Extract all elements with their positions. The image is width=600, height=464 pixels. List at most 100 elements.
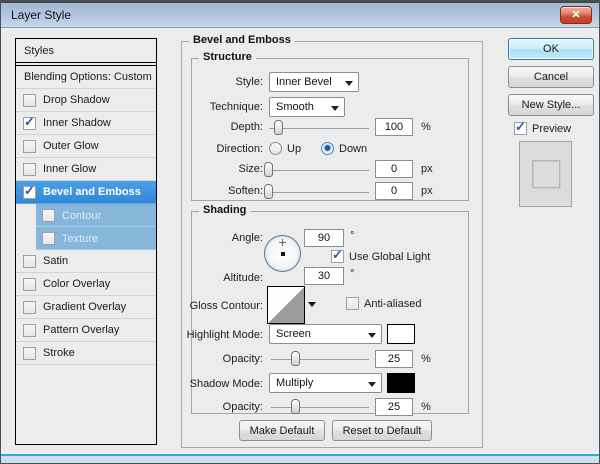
styles-list: Styles Blending Options: Custom Drop Sha… bbox=[15, 38, 157, 445]
cancel-button[interactable]: Cancel bbox=[508, 66, 594, 88]
shadow-opacity-input[interactable]: 25 bbox=[375, 398, 413, 416]
highlight-color-swatch[interactable] bbox=[387, 324, 415, 344]
checkmark-icon: ✓ bbox=[332, 247, 343, 263]
soften-label: Soften: bbox=[173, 185, 263, 197]
sidebar-item-label: Outer Glow bbox=[43, 140, 99, 152]
checkbox-inner-glow[interactable] bbox=[23, 163, 36, 176]
sidebar-item-inner-shadow[interactable]: ✓ Inner Shadow bbox=[16, 112, 156, 135]
sidebar-item-label: Drop Shadow bbox=[43, 94, 110, 106]
checkbox-drop-shadow[interactable] bbox=[23, 94, 36, 107]
sidebar-item-color-overlay[interactable]: Color Overlay bbox=[16, 273, 156, 296]
checkbox-inner-shadow[interactable]: ✓ bbox=[23, 117, 36, 130]
sidebar-item-bevel-and-emboss[interactable]: ✓ Bevel and Emboss bbox=[16, 181, 156, 204]
highlight-opacity-slider-thumb[interactable] bbox=[291, 351, 300, 366]
size-slider-thumb[interactable] bbox=[264, 162, 273, 177]
checkmark-icon: ✓ bbox=[24, 183, 35, 199]
altitude-label: Altitude: bbox=[171, 272, 263, 284]
sidebar-item-label: Pattern Overlay bbox=[43, 324, 119, 336]
preview-checkbox[interactable]: ✓ bbox=[514, 122, 527, 135]
sidebar-item-label: Contour bbox=[62, 210, 101, 222]
titlebar[interactable]: Layer Style bbox=[1, 1, 599, 28]
sidebar-item-outer-glow[interactable]: Outer Glow bbox=[16, 135, 156, 158]
sidebar-item-label: Inner Shadow bbox=[43, 117, 111, 129]
use-global-light-checkbox[interactable]: ✓ bbox=[331, 250, 344, 263]
structure-group-title: Structure bbox=[199, 51, 256, 63]
sidebar-item-drop-shadow[interactable]: Drop Shadow bbox=[16, 89, 156, 112]
style-value: Inner Bevel bbox=[276, 76, 332, 88]
highlight-mode-dropdown[interactable]: Screen bbox=[269, 324, 382, 344]
shadow-opacity-slider-track[interactable] bbox=[271, 407, 369, 408]
highlight-opacity-input[interactable]: 25 bbox=[375, 350, 413, 368]
shadow-mode-dropdown[interactable]: Multiply bbox=[269, 373, 382, 393]
checkbox-pattern-overlay[interactable] bbox=[23, 324, 36, 337]
angle-unit: ° bbox=[350, 230, 354, 242]
highlight-opacity-slider-track[interactable] bbox=[271, 359, 369, 360]
angle-dial[interactable] bbox=[264, 235, 301, 272]
shadow-mode-value: Multiply bbox=[276, 377, 313, 389]
shadow-opacity-slider-thumb[interactable] bbox=[291, 399, 300, 414]
ok-button[interactable]: OK bbox=[508, 38, 594, 60]
depth-input[interactable]: 100 bbox=[375, 118, 413, 136]
window-title: Layer Style bbox=[11, 8, 71, 22]
technique-dropdown[interactable]: Smooth bbox=[269, 97, 345, 117]
altitude-unit: ° bbox=[350, 268, 354, 280]
soften-input[interactable]: 0 bbox=[375, 182, 413, 200]
style-preview-thumbnail bbox=[519, 141, 572, 207]
checkbox-contour[interactable] bbox=[42, 209, 55, 222]
sidebar-item-label: Blending Options: Custom bbox=[24, 71, 152, 83]
direction-label: Direction: bbox=[173, 143, 263, 155]
anti-aliased-label: Anti-aliased bbox=[364, 298, 421, 310]
gloss-contour-thumbnail[interactable] bbox=[267, 286, 305, 324]
style-dropdown[interactable]: Inner Bevel bbox=[269, 72, 359, 92]
soften-slider-thumb[interactable] bbox=[264, 184, 273, 199]
gloss-contour-dropdown-icon[interactable] bbox=[308, 302, 316, 311]
shading-group-title: Shading bbox=[199, 204, 250, 216]
soften-unit: px bbox=[421, 185, 433, 197]
checkbox-stroke[interactable] bbox=[23, 347, 36, 360]
checkbox-outer-glow[interactable] bbox=[23, 140, 36, 153]
size-slider-track[interactable] bbox=[269, 170, 369, 171]
preview-label: Preview bbox=[532, 123, 571, 135]
checkbox-gradient-overlay[interactable] bbox=[23, 301, 36, 314]
sidebar-item-contour[interactable]: Contour bbox=[16, 204, 156, 227]
altitude-input[interactable]: 30 bbox=[304, 267, 344, 285]
close-button[interactable]: ✕ bbox=[560, 6, 592, 24]
sidebar-item-inner-glow[interactable]: Inner Glow bbox=[16, 158, 156, 181]
sidebar-item-gradient-overlay[interactable]: Gradient Overlay bbox=[16, 296, 156, 319]
direction-up-label: Up bbox=[287, 143, 301, 155]
depth-slider-track[interactable] bbox=[269, 128, 369, 129]
sidebar-item-stroke[interactable]: Stroke bbox=[16, 342, 156, 365]
checkbox-satin[interactable] bbox=[23, 255, 36, 268]
shadow-opacity-label: Opacity: bbox=[171, 401, 263, 413]
sidebar-item-pattern-overlay[interactable]: Pattern Overlay bbox=[16, 319, 156, 342]
sidebar-item-texture[interactable]: Texture bbox=[16, 227, 156, 250]
checkbox-color-overlay[interactable] bbox=[23, 278, 36, 291]
checkbox-texture[interactable] bbox=[42, 232, 55, 245]
size-label: Size: bbox=[173, 163, 263, 175]
shadow-opacity-unit: % bbox=[421, 401, 431, 413]
checkmark-icon: ✓ bbox=[515, 119, 526, 135]
highlight-opacity-unit: % bbox=[421, 353, 431, 365]
sidebar-item-satin[interactable]: Satin bbox=[16, 250, 156, 273]
gloss-contour-label: Gloss Contour: bbox=[171, 300, 263, 312]
sidebar-item-label: Stroke bbox=[43, 347, 75, 359]
direction-up-radio[interactable] bbox=[269, 142, 282, 155]
shadow-color-swatch[interactable] bbox=[387, 373, 415, 393]
preview-bevel-square bbox=[532, 160, 560, 188]
depth-slider-thumb[interactable] bbox=[274, 120, 283, 135]
new-style-button[interactable]: New Style... bbox=[508, 94, 594, 116]
sidebar-item-label: Texture bbox=[62, 233, 98, 245]
chevron-down-icon bbox=[331, 106, 339, 115]
direction-down-label: Down bbox=[339, 143, 367, 155]
size-input[interactable]: 0 bbox=[375, 160, 413, 178]
make-default-button[interactable]: Make Default bbox=[239, 420, 325, 441]
reset-to-default-button[interactable]: Reset to Default bbox=[332, 420, 432, 441]
sidebar-item-blending-options[interactable]: Blending Options: Custom bbox=[16, 66, 156, 89]
dial-center-dot bbox=[281, 252, 285, 256]
checkbox-bevel-and-emboss[interactable]: ✓ bbox=[23, 186, 36, 199]
angle-input[interactable]: 90 bbox=[304, 229, 344, 247]
anti-aliased-checkbox[interactable] bbox=[346, 297, 359, 310]
direction-down-radio[interactable] bbox=[321, 142, 334, 155]
sidebar-item-label: Bevel and Emboss bbox=[43, 186, 141, 198]
soften-slider-track[interactable] bbox=[269, 192, 369, 193]
